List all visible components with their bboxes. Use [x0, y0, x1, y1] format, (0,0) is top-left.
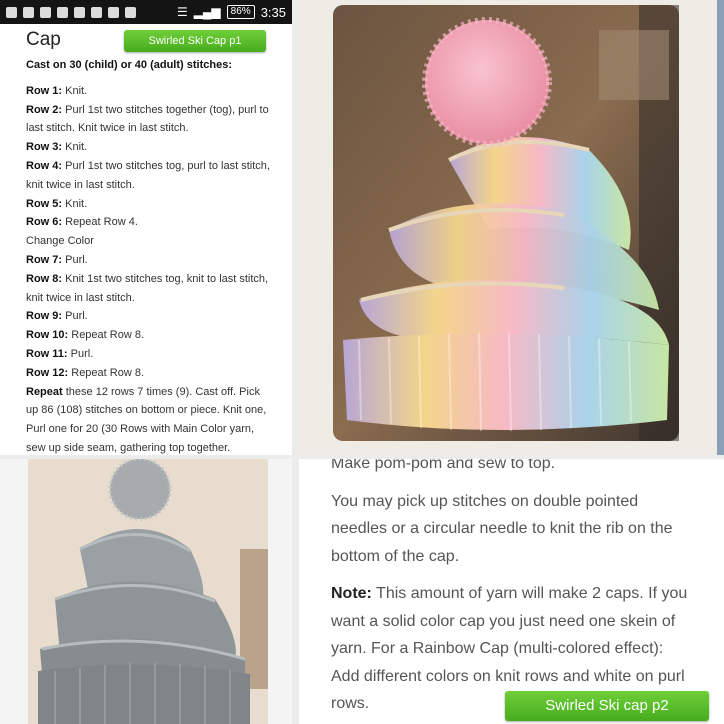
pattern-row: Row 3: Knit.	[26, 141, 88, 154]
note-label: Note:	[331, 585, 372, 602]
pattern-row: Row 10: Repeat Row 8.	[26, 329, 145, 342]
pattern-title: Cap	[26, 29, 61, 50]
pattern-row: Row 11: Purl.	[26, 347, 94, 360]
clock: 3:35	[260, 4, 286, 20]
hat-brim	[343, 333, 669, 430]
swirled-ski-cap-p1-button[interactable]: Swirled Ski Cap p1	[124, 30, 266, 52]
pattern-row: Row 12: Repeat Row 8.	[26, 366, 145, 379]
pattern-row: Row 5: Knit.	[26, 197, 88, 210]
pompom-instruction: Make pom-pom and sew to top.	[331, 459, 556, 472]
signal-icon: ▂▄▆	[193, 5, 221, 19]
gray-hat-brim	[38, 664, 250, 724]
wifi-icon: ☰	[176, 5, 188, 19]
rainbow-hat-photo	[299, 0, 724, 455]
message-icon	[108, 6, 119, 18]
mail-icon	[57, 6, 68, 18]
volume-icon	[74, 6, 85, 18]
instructions-screenshot: Make pom-pom and sew to top. You may pic…	[299, 459, 724, 724]
pattern-row: Row 4: Purl 1st two stitches tog, purl t…	[26, 159, 270, 191]
pattern-row: Row 7: Purl.	[26, 253, 88, 266]
gallery-icon	[6, 6, 17, 18]
cloud-icon	[40, 6, 51, 18]
swirled-ski-cap-p2-button[interactable]: Swirled Ski cap p2	[505, 691, 709, 721]
pattern-row: Row 1: Knit.	[26, 84, 88, 97]
pattern-row: Row 6: Repeat Row 4.	[26, 216, 138, 229]
pattern-screenshot: ☰ ▂▄▆ 86% 3:35 Cap Swirled Ski Cap p1 Ca…	[0, 0, 292, 455]
gray-hat-photo	[0, 459, 292, 724]
needles-instruction: You may pick up stitches on double point…	[331, 492, 673, 565]
pattern-row: Row 8: Knit 1st two stitches tog, knit t…	[26, 272, 269, 304]
status-bar: ☰ ▂▄▆ 86% 3:35	[0, 0, 292, 24]
pattern-row: Repeat these 12 rows 7 times (9). Cast o…	[26, 385, 267, 454]
chat-icon	[91, 6, 102, 18]
pattern-row: Row 9: Purl.	[26, 310, 88, 323]
pattern-row: Row 2: Purl 1st two stitches together (t…	[26, 103, 269, 135]
pattern-text: Cast on 30 (child) or 40 (adult) stitche…	[26, 56, 271, 455]
notification-icon	[125, 6, 136, 18]
instructions-text: Make pom-pom and sew to top. You may pic…	[331, 459, 691, 724]
cast-on-line: Cast on 30 (child) or 40 (adult) stitche…	[26, 59, 232, 71]
pattern-row: Change Color	[26, 235, 94, 248]
pompom	[425, 20, 549, 144]
battery-indicator: 86%	[226, 5, 255, 19]
document-icon	[23, 6, 34, 18]
